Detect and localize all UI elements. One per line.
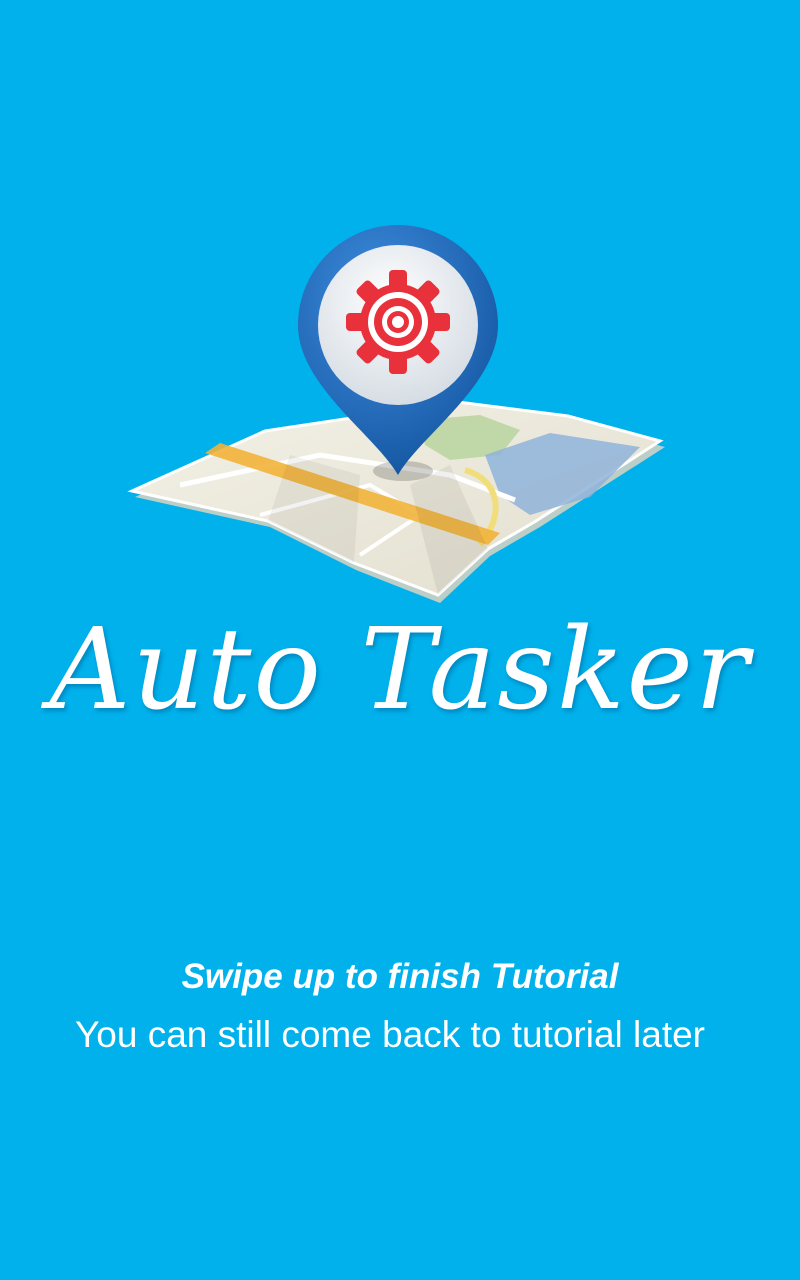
tutorial-finish-screen[interactable]: Auto Tasker Swipe up to finish Tutorial … [0, 0, 800, 1280]
app-title: Auto Tasker [49, 605, 751, 735]
gear-icon [346, 270, 450, 374]
map-pin-gear-icon [127, 225, 665, 603]
app-logo [120, 215, 680, 615]
tutorial-later-hint: You can still come back to tutorial late… [74, 1014, 705, 1055]
swipe-up-hint: Swipe up to finish Tutorial [181, 957, 619, 996]
